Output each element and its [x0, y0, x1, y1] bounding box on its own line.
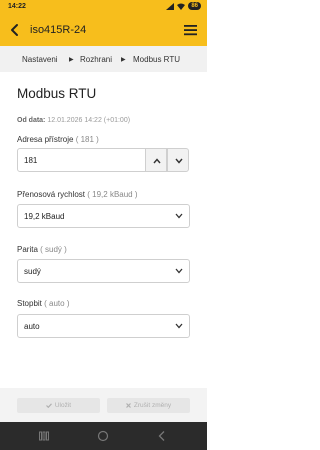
baud-hint: ( 19,2 kBaud ) — [87, 190, 138, 199]
baud-select[interactable]: 19,2 kBaud — [17, 204, 190, 228]
breadcrumb-item-nastaveni[interactable]: Nastaveni — [22, 55, 58, 64]
address-label-text: Adresa přístroje — [17, 135, 74, 144]
hamburger-menu-icon[interactable] — [184, 24, 197, 36]
stopbit-label-text: Stopbit — [17, 299, 42, 308]
address-hint: ( 181 ) — [75, 135, 99, 144]
action-footer: Uložit Zrušit změny — [0, 388, 207, 422]
baud-label-text: Přenosová rychlost — [17, 190, 86, 199]
back-icon[interactable] — [156, 430, 168, 442]
chevron-up-icon — [153, 158, 161, 164]
system-nav-bar — [0, 422, 207, 450]
address-label: Adresa přístroje ( 181 ) — [17, 135, 99, 144]
baud-label: Přenosová rychlost ( 19,2 kBaud ) — [17, 190, 138, 199]
x-icon — [125, 403, 131, 408]
breadcrumb-item-rozhrani[interactable]: Rozhrani — [80, 55, 112, 64]
stopbit-value: auto — [24, 322, 40, 331]
address-input[interactable]: 181 — [17, 148, 148, 172]
wifi-icon — [177, 3, 186, 10]
since-value: 12.01.2026 14:22 (+01:00) — [47, 117, 131, 124]
signal-icon — [166, 2, 175, 10]
chevron-right-icon: ▶ — [121, 57, 126, 63]
stopbit-label: Stopbit ( auto ) — [17, 299, 69, 308]
save-button[interactable]: Uložit — [17, 398, 100, 413]
parity-label: Parita ( sudý ) — [17, 245, 67, 254]
cancel-changes-button[interactable]: Zrušit změny — [107, 398, 190, 413]
parity-label-text: Parita — [17, 245, 38, 254]
cancel-button-label: Zrušit změny — [133, 402, 172, 409]
save-button-label: Uložit — [54, 402, 72, 409]
address-increment-button[interactable] — [145, 148, 167, 172]
baud-value: 19,2 kBaud — [24, 212, 65, 221]
status-bar: 14:22 86 — [0, 0, 207, 14]
check-icon — [45, 403, 52, 408]
breadcrumb: Nastaveni ▶ Rozhrani ▶ Modbus RTU — [0, 46, 207, 72]
breadcrumb-item-modbus-rtu: Modbus RTU — [133, 55, 180, 64]
parity-value: sudý — [24, 267, 41, 276]
address-value: 181 — [24, 156, 38, 165]
back-arrow-icon[interactable] — [8, 23, 22, 37]
recents-icon[interactable] — [38, 430, 50, 442]
parity-select[interactable]: sudý — [17, 259, 190, 283]
battery-level: 86 — [188, 2, 201, 10]
app-title: iso415R-24 — [30, 24, 87, 36]
home-icon[interactable] — [97, 430, 109, 442]
chevron-right-icon: ▶ — [69, 57, 74, 63]
page-title: Modbus RTU — [17, 86, 97, 101]
address-decrement-button[interactable] — [167, 148, 189, 172]
stopbit-hint: ( auto ) — [44, 299, 70, 308]
chevron-down-icon — [175, 268, 183, 274]
since-date: Od data: 12.01.2026 14:22 (+01:00) — [17, 117, 130, 124]
status-time: 14:22 — [8, 3, 26, 10]
parity-hint: ( sudý ) — [40, 245, 67, 254]
app-bar: iso415R-24 — [0, 14, 207, 46]
chevron-down-icon — [175, 158, 183, 164]
chevron-down-icon — [175, 323, 183, 329]
since-label: Od data: — [17, 117, 46, 124]
stopbit-select[interactable]: auto — [17, 314, 190, 338]
status-icons: 86 — [166, 2, 201, 10]
chevron-down-icon — [175, 213, 183, 219]
